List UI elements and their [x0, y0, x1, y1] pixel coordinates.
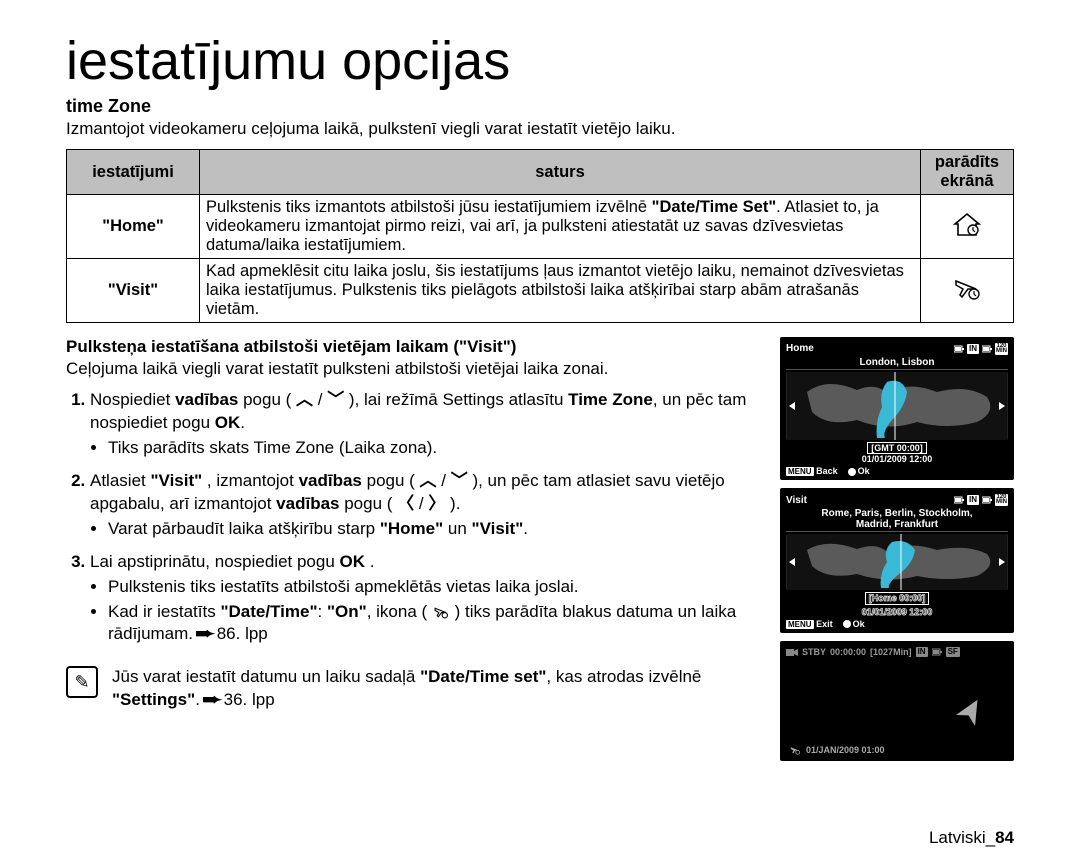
- chevron-right-icon: 〉: [428, 493, 445, 516]
- cell-setting-home: "Home": [67, 195, 200, 259]
- page-footer: Latviski_84: [929, 828, 1014, 848]
- step-3: Lai apstiprinātu, nospiediet pogu OK . P…: [90, 551, 768, 647]
- stby-date: 01/JAN/2009 01:00: [806, 745, 885, 755]
- step3-sub2: Kad ir iestatīts "Date/Time": "On", ikon…: [108, 601, 768, 647]
- home-clock-icon: [921, 195, 1014, 259]
- battery-icon: [954, 496, 964, 504]
- date-label: 01/01/2009 12:00: [786, 607, 1008, 617]
- chevron-down-icon: ﹀: [327, 389, 344, 412]
- screen-home: Home IN 120MIN London, Lisbon: [780, 337, 1014, 480]
- section-heading: time Zone: [66, 96, 1014, 117]
- sf-badge: SF: [946, 647, 960, 657]
- chevron-left-icon: 〈: [397, 493, 414, 516]
- world-map: [786, 372, 1008, 440]
- plane-clock-icon: [432, 605, 450, 619]
- step2-sub: Varat pārbaudīt laika atšķirību starp "H…: [108, 518, 768, 541]
- stby-time: 00:00:00: [830, 647, 866, 657]
- plane-clock-icon: [788, 745, 802, 755]
- intro-text: Izmantojot videokameru ceļojuma laikā, p…: [66, 119, 1014, 139]
- step1-sub: Tiks parādīts skats Time Zone (Laika zon…: [108, 437, 768, 460]
- table-row: "Home" Pulkstenis tiks izmantots atbilst…: [67, 195, 1014, 259]
- visit-intro: Ceļojuma laikā viegli varat iestatīt pul…: [66, 359, 768, 379]
- note-icon: ✎: [66, 666, 98, 698]
- steps-list: Nospiediet vadības pogu ( ︿ / ﹀ ), lai r…: [66, 389, 768, 646]
- page-title: iestatījumu opcijas: [66, 30, 1014, 92]
- ok-dot-icon: [848, 468, 856, 476]
- back-label: Back: [816, 466, 838, 476]
- ok-label: Ok: [858, 466, 870, 476]
- plane-clock-icon: [921, 259, 1014, 323]
- chevron-up-icon: ︿: [296, 389, 313, 412]
- screen-stby: STBY 00:00:00 [1027Min] IN SF 01/JAN/200…: [780, 641, 1014, 761]
- screen-visit-label: Visit: [786, 495, 807, 506]
- timezone-table: iestatījumi saturs parādītsekrānā "Home"…: [66, 149, 1014, 323]
- screen-visit-cities: Rome, Paris, Berlin, Stockholm,Madrid, F…: [786, 508, 1008, 532]
- screen-visit: Visit IN 120MIN Rome, Paris, Berlin, Sto…: [780, 488, 1014, 632]
- battery-icon: [982, 496, 992, 504]
- note-text: Jūs varat iestatīt datumu un laiku sadaļ…: [112, 666, 701, 712]
- chevron-up-icon: ︿: [420, 470, 437, 493]
- th-settings: iestatījumi: [67, 150, 200, 195]
- ok-label: Ok: [853, 619, 865, 629]
- cell-setting-visit: "Visit": [67, 259, 200, 323]
- battery-icon: [954, 345, 964, 353]
- step3-sub1: Pulkstenis tiks iestatīts atbilstoši apm…: [108, 576, 768, 599]
- min-badge: 120MIN: [995, 494, 1008, 506]
- th-screen: parādītsekrānā: [921, 150, 1014, 195]
- min-badge: 120MIN: [995, 343, 1008, 355]
- in-badge: IN: [967, 495, 979, 505]
- direction-arrow-icon: [956, 696, 986, 733]
- menu-button: MENU: [786, 620, 814, 629]
- status-icons: IN 120MIN: [954, 494, 1008, 506]
- date-label: 01/01/2009 12:00: [786, 454, 1008, 464]
- th-content: saturs: [200, 150, 921, 195]
- in-badge: IN: [916, 647, 928, 657]
- cell-content-home: Pulkstenis tiks izmantots atbilstoši jūs…: [200, 195, 921, 259]
- screen-home-cities: London, Lisbon: [786, 357, 1008, 370]
- step-1: Nospiediet vadības pogu ( ︿ / ﹀ ), lai r…: [90, 389, 768, 460]
- chevron-down-icon: ﹀: [451, 470, 468, 493]
- world-map: [786, 534, 1008, 590]
- battery-icon: [932, 648, 942, 656]
- battery-icon: [982, 345, 992, 353]
- in-badge: IN: [967, 344, 979, 354]
- gmt-label: [GMT 00:00]: [867, 442, 927, 455]
- ok-dot-icon: [843, 620, 851, 628]
- cell-content-visit: Kad apmeklēsit citu laika joslu, šis ies…: [200, 259, 921, 323]
- stby-remain: [1027Min]: [870, 647, 912, 657]
- table-row: "Visit" Kad apmeklēsit citu laika joslu,…: [67, 259, 1014, 323]
- stby-label: STBY: [802, 647, 826, 657]
- visit-heading: Pulksteņa iestatīšana atbilstoši vietēja…: [66, 337, 768, 357]
- camera-icon: [786, 647, 798, 657]
- step-2: Atlasiet "Visit" , izmantojot vadības po…: [90, 470, 768, 541]
- home-time-label: [Home 00:00]: [865, 592, 930, 605]
- status-icons: IN 120MIN: [954, 343, 1008, 355]
- screen-home-label: Home: [786, 343, 814, 354]
- menu-button: MENU: [786, 467, 814, 476]
- exit-label: Exit: [816, 619, 833, 629]
